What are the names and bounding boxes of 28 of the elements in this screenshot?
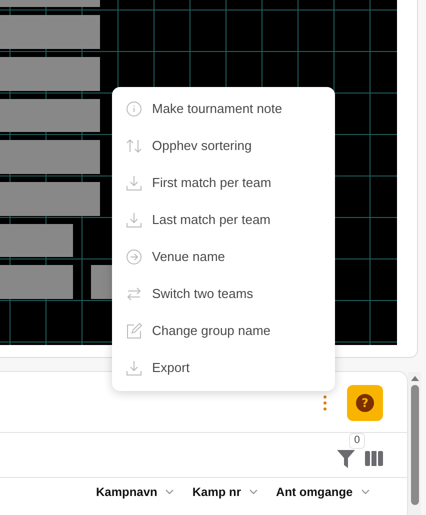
column-header[interactable]: Ant omgange xyxy=(276,485,353,499)
chevron-down-icon[interactable] xyxy=(360,489,370,495)
swap-icon xyxy=(126,286,142,302)
help-button[interactable]: ? xyxy=(347,384,383,420)
column-header[interactable]: Kamp nr xyxy=(192,485,242,499)
column-header[interactable]: Kampnavn xyxy=(96,485,158,499)
more-icon[interactable] xyxy=(323,394,327,410)
menu-item[interactable]: Make tournament note xyxy=(112,90,335,127)
arrow-circle-icon xyxy=(126,248,142,264)
menu-item[interactable]: First match per team xyxy=(112,164,335,201)
sort-arrows-icon xyxy=(126,138,142,154)
columns-icon[interactable] xyxy=(365,450,383,466)
chevron-down-icon[interactable] xyxy=(249,489,258,495)
filter-count-badge: 0 xyxy=(349,432,365,448)
menu-item[interactable]: Opphev sortering xyxy=(112,127,335,164)
download-icon xyxy=(126,212,142,228)
info-icon xyxy=(126,100,142,116)
menu-item[interactable]: Venue name xyxy=(112,238,335,275)
edit-icon xyxy=(126,322,142,338)
chevron-down-icon[interactable] xyxy=(165,489,174,495)
download-icon xyxy=(126,174,142,190)
menu-item[interactable]: Switch two teams xyxy=(112,275,335,312)
menu-item[interactable]: Last match per team xyxy=(112,201,335,238)
menu-item[interactable]: Change group name xyxy=(112,312,335,349)
menu-item[interactable]: Export xyxy=(112,349,335,386)
scrollbar[interactable] xyxy=(408,372,421,515)
download-icon xyxy=(126,360,142,376)
filter-icon[interactable] xyxy=(337,448,355,468)
